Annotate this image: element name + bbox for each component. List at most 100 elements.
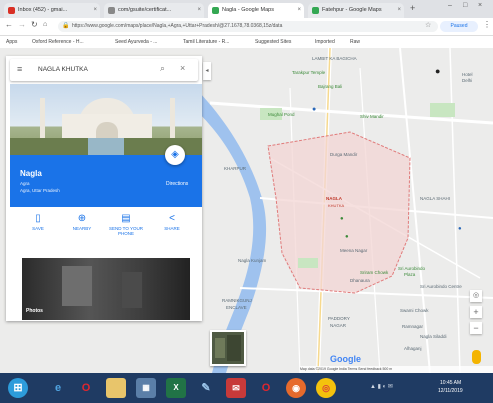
profile-button[interactable]: Paused [440,21,478,32]
place-title: Nagla [20,169,42,178]
bookmark-apps[interactable]: Apps [6,39,17,45]
firefox-icon[interactable]: ◉ [286,378,306,398]
map-label: KHARPUR [224,166,247,171]
tab-fatehpur-maps[interactable]: Fatehpur - Google Maps × [308,3,404,18]
nearby-button[interactable]: ⊕ NEARBY [62,213,102,231]
action-label: SHARE [164,226,180,231]
tab-nagla-maps[interactable]: Nagla - Google Maps × [208,3,304,18]
tab-gmail[interactable]: Inbox (452) - gmai... × [4,3,100,18]
star-icon[interactable]: ☆ [425,21,431,29]
forward-icon[interactable]: → [18,20,26,29]
nearby-icon: ⊕ [77,213,87,224]
my-location-icon[interactable]: ◎ [470,290,482,302]
map-label: Ramnagar [402,324,424,329]
new-tab-icon[interactable]: + [410,3,415,13]
gmail-icon [8,7,15,14]
footer-text: Map data ©2019 Google India Terms Send f… [300,367,393,371]
ie-icon[interactable]: e [48,378,68,398]
map-label: Sri Aurobindo [398,266,426,271]
map-label: Sriram Chowk [360,270,389,275]
pin-icon[interactable]: ● [340,216,344,222]
bookmark-suggested[interactable]: Suggested Sites [255,39,291,45]
bookmark-ayurveda[interactable]: Seed Ayurveda - ... [115,39,157,45]
red-app-icon[interactable]: ✉ [226,378,246,398]
maximize-icon[interactable]: □ [463,2,467,9]
address-bar[interactable]: 🔒 https://www.google.com/maps/place/Nagl… [58,21,438,32]
close-icon[interactable]: × [397,3,401,18]
phone-icon: ▤ [121,213,131,224]
start-button[interactable]: ⊞ [8,378,28,398]
search-icon[interactable]: ⌕ [160,63,165,74]
opera-icon[interactable]: O [256,378,276,398]
map-label: Hotel [462,72,473,77]
explorer-icon[interactable] [106,378,126,398]
action-label: SAVE [32,226,44,231]
place-subtitle: Agra [20,181,30,186]
map-label: Nagla Siladdi [420,334,447,339]
map-label: NAGAR [330,323,347,328]
menu-icon[interactable]: ⋮ [483,20,491,29]
back-icon[interactable]: ← [5,20,13,29]
bookmark-oxford[interactable]: Oxford Reference - H... [32,39,84,45]
clock-date: 12/11/2019 [438,388,463,394]
map-label: LAMBIT KA BAGICHA [312,56,357,61]
map-label: ENCLAVE [226,305,247,310]
zoom-out-button[interactable]: − [470,322,482,334]
map-label: Plaza [404,272,416,277]
bookmark-tamil[interactable]: Tamil Literature - R... [183,39,229,45]
send-to-phone-button[interactable]: ▤ SEND TO YOUR PHONE [106,213,146,236]
opera-icon[interactable]: O [76,378,96,398]
store-icon[interactable]: ▦ [136,378,156,398]
search-box[interactable]: ≡ NAGLA KHUTKA ⌕ × [10,59,198,81]
save-button[interactable]: ▯ SAVE [18,213,58,231]
map-label: Mughal Pond [268,112,295,117]
tab-label: Inbox (452) - gmai... [18,7,68,13]
reload-icon[interactable]: ↻ [31,20,38,29]
close-icon[interactable]: × [297,3,301,18]
action-label: NEARBY [72,226,92,231]
clear-search-icon[interactable]: × [180,63,185,73]
window-close-icon[interactable]: × [478,2,482,9]
satellite-toggle[interactable] [210,330,246,366]
pegman-icon[interactable] [472,350,481,364]
zoom-in-button[interactable]: + [470,306,482,318]
bookmark-icon: ▯ [35,213,41,224]
tab-certificate[interactable]: com/gsuite/certificat... × [104,3,204,18]
pin-icon[interactable]: ● [458,226,462,232]
map-label: RAMNIKGUNJ [222,298,252,303]
chrome-icon[interactable]: ◎ [316,378,336,398]
maps-icon [212,7,219,14]
google-logo: Google [330,354,361,364]
pin-icon[interactable]: ● [345,234,349,240]
map-area-sublabel: KHUTKA [328,203,345,208]
hamburger-menu-icon[interactable]: ≡ [17,64,22,74]
bookmark-raw[interactable]: Raw [350,39,360,45]
close-icon[interactable]: × [197,3,201,18]
home-icon[interactable]: ⌂ [43,21,47,28]
url-text: https://www.google.com/maps/place/Nagla,… [72,23,283,29]
directions-label[interactable]: Directions [166,181,188,187]
place-region: Agra, Uttar Pradesh [20,188,60,193]
close-icon[interactable]: × [93,3,97,18]
pin-icon[interactable]: ● [312,106,316,113]
collapse-panel-button[interactable]: ◂ [203,62,211,80]
pen-icon[interactable]: ✎ [196,378,216,398]
map-label: Shiv Mandir [360,114,384,119]
share-button[interactable]: < SHARE [152,213,192,231]
action-row: ▯ SAVE ⊕ NEARBY ▤ SEND TO YOUR PHONE < SHARE [10,207,202,253]
map-label: PADDORY [328,316,350,321]
search-input[interactable]: NAGLA KHUTKA [38,66,88,73]
photos-thumbnail[interactable]: Photos [22,258,190,320]
minimize-icon[interactable]: – [448,2,452,9]
bookmark-imported[interactable]: Imported [315,39,335,45]
map-label: Alhaganj [404,346,422,351]
tab-label: Nagla - Google Maps [222,7,274,13]
camera-pin-icon[interactable]: ● [435,66,440,76]
excel-icon[interactable]: X [166,378,186,398]
doc-icon [108,7,115,14]
map-label: Tarakpur Temple [292,70,326,75]
tray-icons[interactable]: ▲ ▮ ◐ ✉ [370,383,393,390]
directions-button[interactable]: ◈ [165,145,185,165]
maps-icon [312,7,319,14]
map-label: Dhanaura [350,278,370,283]
